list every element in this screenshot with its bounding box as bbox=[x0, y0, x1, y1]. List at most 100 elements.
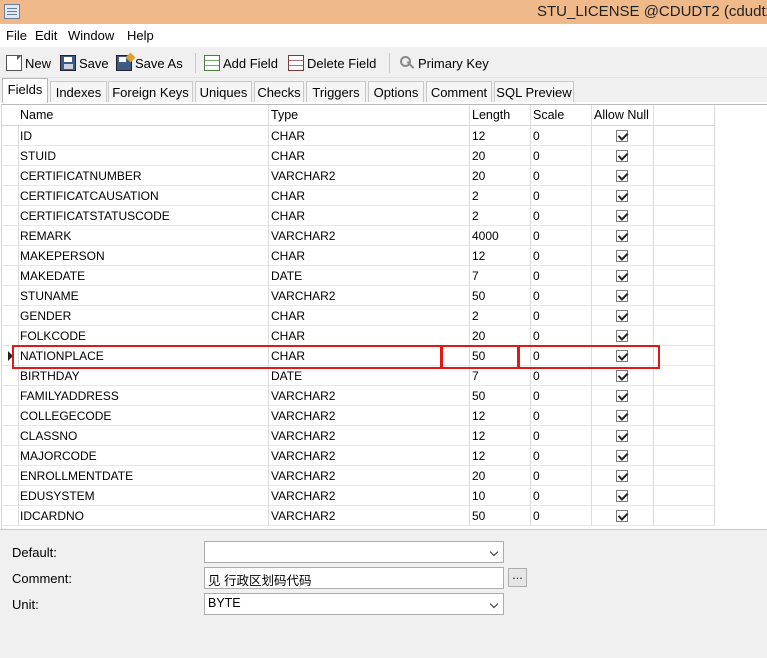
field-length-cell[interactable]: 20 bbox=[472, 329, 485, 343]
field-type-cell[interactable]: VARCHAR2 bbox=[271, 469, 335, 483]
comment-ellipsis-button[interactable]: ... bbox=[508, 568, 527, 587]
tab-options[interactable]: Options bbox=[368, 81, 424, 102]
tab-triggers[interactable]: Triggers bbox=[306, 81, 366, 102]
field-length-cell[interactable]: 7 bbox=[472, 269, 479, 283]
field-name-cell[interactable]: MAKEDATE bbox=[20, 269, 85, 283]
allow-null-checkbox[interactable] bbox=[616, 230, 628, 242]
field-scale-cell[interactable]: 0 bbox=[533, 509, 540, 523]
field-name-cell[interactable]: EDUSYSTEM bbox=[20, 489, 95, 503]
table-row[interactable]: COLLEGECODE VARCHAR2 12 0 bbox=[2, 406, 715, 426]
allow-null-checkbox[interactable] bbox=[616, 210, 628, 222]
field-name-cell[interactable]: ID bbox=[20, 129, 32, 143]
field-type-cell[interactable]: VARCHAR2 bbox=[271, 289, 335, 303]
field-scale-cell[interactable]: 0 bbox=[533, 249, 540, 263]
field-scale-cell[interactable]: 0 bbox=[533, 269, 540, 283]
table-row[interactable]: CERTIFICATSTATUSCODE CHAR 2 0 bbox=[2, 206, 715, 226]
allow-null-checkbox[interactable] bbox=[616, 450, 628, 462]
allow-null-checkbox[interactable] bbox=[616, 170, 628, 182]
allow-null-checkbox[interactable] bbox=[616, 190, 628, 202]
column-header-allow-null[interactable]: Allow Null bbox=[594, 108, 649, 122]
field-length-cell[interactable]: 20 bbox=[472, 469, 485, 483]
field-type-cell[interactable]: CHAR bbox=[271, 149, 305, 163]
field-type-cell[interactable]: VARCHAR2 bbox=[271, 429, 335, 443]
field-name-cell[interactable]: STUID bbox=[20, 149, 56, 163]
field-length-cell[interactable]: 50 bbox=[472, 509, 485, 523]
add-field-button[interactable]: Add Field bbox=[204, 53, 278, 73]
column-header-type[interactable]: Type bbox=[271, 108, 298, 122]
field-scale-cell[interactable]: 0 bbox=[533, 449, 540, 463]
field-scale-cell[interactable]: 0 bbox=[533, 489, 540, 503]
field-scale-cell[interactable]: 0 bbox=[533, 389, 540, 403]
field-type-cell[interactable]: DATE bbox=[271, 269, 302, 283]
field-type-cell[interactable]: CHAR bbox=[271, 249, 305, 263]
unit-dropdown[interactable]: BYTE bbox=[204, 593, 504, 615]
field-type-cell[interactable]: VARCHAR2 bbox=[271, 169, 335, 183]
field-scale-cell[interactable]: 0 bbox=[533, 129, 540, 143]
column-header-scale[interactable]: Scale bbox=[533, 108, 564, 122]
allow-null-checkbox[interactable] bbox=[616, 330, 628, 342]
table-row[interactable]: EDUSYSTEM VARCHAR2 10 0 bbox=[2, 486, 715, 506]
menu-window[interactable]: Window bbox=[68, 28, 114, 43]
tab-sql-preview[interactable]: SQL Preview bbox=[494, 81, 574, 102]
tab-uniques[interactable]: Uniques bbox=[195, 81, 252, 102]
tab-fields[interactable]: Fields bbox=[2, 78, 48, 103]
field-length-cell[interactable]: 7 bbox=[472, 369, 479, 383]
field-type-cell[interactable]: VARCHAR2 bbox=[271, 389, 335, 403]
column-divider[interactable] bbox=[530, 105, 531, 126]
field-scale-cell[interactable]: 0 bbox=[533, 229, 540, 243]
save-as-button[interactable]: Save As bbox=[116, 53, 183, 73]
allow-null-checkbox[interactable] bbox=[616, 470, 628, 482]
tab-comment[interactable]: Comment bbox=[426, 81, 492, 102]
field-length-cell[interactable]: 12 bbox=[472, 249, 485, 263]
field-length-cell[interactable]: 20 bbox=[472, 169, 485, 183]
table-row[interactable]: STUNAME VARCHAR2 50 0 bbox=[2, 286, 715, 306]
column-header-length[interactable]: Length bbox=[472, 108, 510, 122]
primary-key-button[interactable]: Primary Key bbox=[399, 53, 489, 73]
field-scale-cell[interactable]: 0 bbox=[533, 309, 540, 323]
column-divider[interactable] bbox=[591, 105, 592, 126]
field-scale-cell[interactable]: 0 bbox=[533, 369, 540, 383]
table-row[interactable]: MAJORCODE VARCHAR2 12 0 bbox=[2, 446, 715, 466]
allow-null-checkbox[interactable] bbox=[616, 390, 628, 402]
column-divider[interactable] bbox=[268, 105, 269, 126]
column-header-name[interactable]: Name bbox=[20, 108, 53, 122]
field-scale-cell[interactable]: 0 bbox=[533, 469, 540, 483]
menu-help[interactable]: Help bbox=[127, 28, 154, 43]
field-name-cell[interactable]: MAJORCODE bbox=[20, 449, 97, 463]
menu-edit[interactable]: Edit bbox=[35, 28, 57, 43]
field-length-cell[interactable]: 2 bbox=[472, 189, 479, 203]
field-scale-cell[interactable]: 0 bbox=[533, 169, 540, 183]
table-row[interactable]: FOLKCODE CHAR 20 0 bbox=[2, 326, 715, 346]
table-row[interactable]: BIRTHDAY DATE 7 0 bbox=[2, 366, 715, 386]
tab-checks[interactable]: Checks bbox=[254, 81, 304, 102]
default-dropdown[interactable] bbox=[204, 541, 504, 563]
field-name-cell[interactable]: CERTIFICATNUMBER bbox=[20, 169, 142, 183]
table-row[interactable]: FAMILYADDRESS VARCHAR2 50 0 bbox=[2, 386, 715, 406]
field-length-cell[interactable]: 12 bbox=[472, 409, 485, 423]
tab-foreign-keys[interactable]: Foreign Keys bbox=[108, 81, 193, 102]
field-length-cell[interactable]: 12 bbox=[472, 449, 485, 463]
field-type-cell[interactable]: CHAR bbox=[271, 329, 305, 343]
table-row[interactable]: STUID CHAR 20 0 bbox=[2, 146, 715, 166]
table-row[interactable]: MAKEDATE DATE 7 0 bbox=[2, 266, 715, 286]
table-row[interactable]: ENROLLMENTDATE VARCHAR2 20 0 bbox=[2, 466, 715, 486]
field-name-cell[interactable]: CERTIFICATCAUSATION bbox=[20, 189, 159, 203]
field-name-cell[interactable]: CERTIFICATSTATUSCODE bbox=[20, 209, 170, 223]
allow-null-checkbox[interactable] bbox=[616, 510, 628, 522]
field-name-cell[interactable]: BIRTHDAY bbox=[20, 369, 80, 383]
field-name-cell[interactable]: STUNAME bbox=[20, 289, 79, 303]
field-scale-cell[interactable]: 0 bbox=[533, 149, 540, 163]
field-type-cell[interactable]: VARCHAR2 bbox=[271, 509, 335, 523]
allow-null-checkbox[interactable] bbox=[616, 250, 628, 262]
comment-input[interactable]: 见 行政区划码代码 bbox=[204, 567, 504, 589]
tab-indexes[interactable]: Indexes bbox=[50, 81, 107, 102]
field-length-cell[interactable]: 10 bbox=[472, 489, 485, 503]
table-row[interactable]: CLASSNO VARCHAR2 12 0 bbox=[2, 426, 715, 446]
field-name-cell[interactable]: GENDER bbox=[20, 309, 71, 323]
allow-null-checkbox[interactable] bbox=[616, 490, 628, 502]
field-name-cell[interactable]: MAKEPERSON bbox=[20, 249, 105, 263]
field-name-cell[interactable]: FAMILYADDRESS bbox=[20, 389, 119, 403]
save-button[interactable]: Save bbox=[60, 53, 109, 73]
allow-null-checkbox[interactable] bbox=[616, 310, 628, 322]
table-row[interactable]: ID CHAR 12 0 bbox=[2, 126, 715, 146]
